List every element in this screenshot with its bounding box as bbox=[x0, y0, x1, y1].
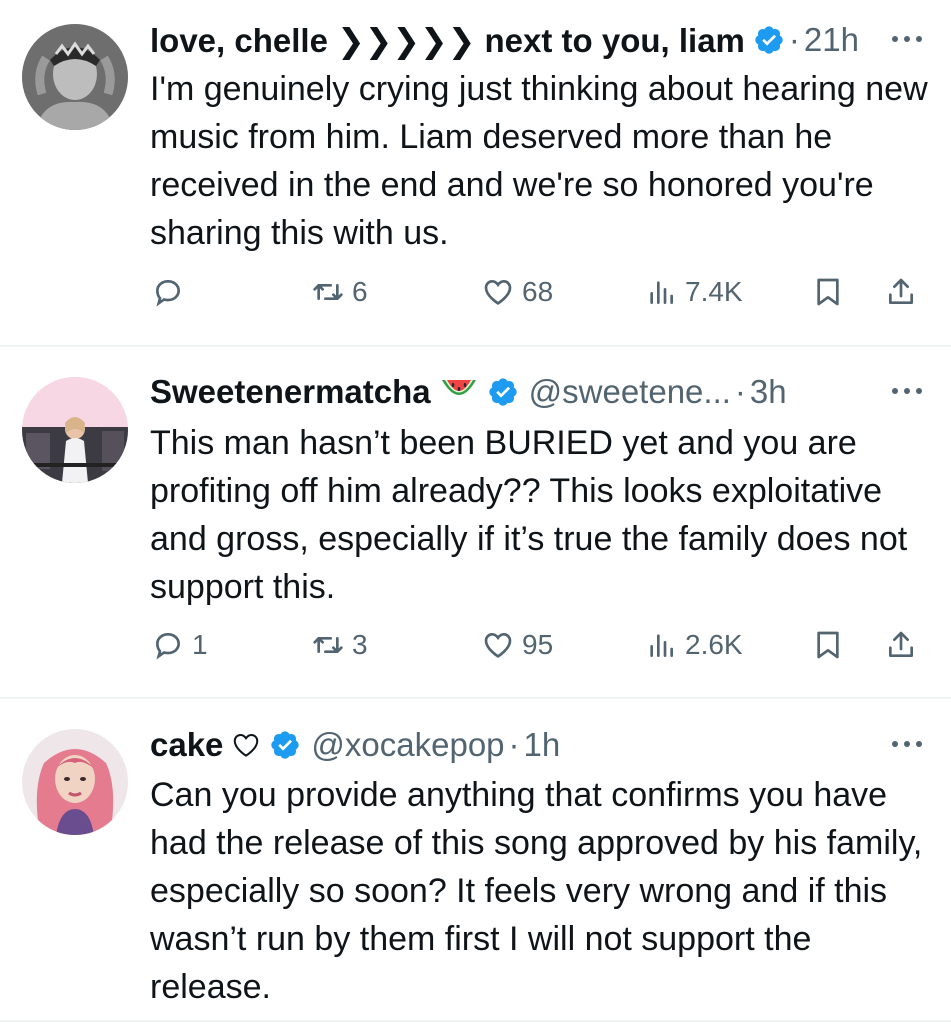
share-button[interactable] bbox=[885, 270, 917, 314]
separator-dot: · bbox=[508, 726, 520, 763]
verified-badge-icon bbox=[755, 26, 783, 54]
like-count: 68 bbox=[522, 276, 554, 307]
share-icon bbox=[889, 278, 913, 304]
avatar[interactable] bbox=[22, 729, 128, 835]
more-options-icon[interactable] bbox=[887, 376, 927, 406]
separator-dot: · bbox=[788, 21, 800, 58]
reply-tweet[interactable]: cake @xocakepop · 1h Can you provide any… bbox=[0, 699, 951, 1024]
bookmark-button[interactable] bbox=[812, 623, 844, 667]
avatar-photo-icon bbox=[22, 729, 128, 835]
heart-icon bbox=[484, 279, 512, 305]
reply-button[interactable]: 1 bbox=[152, 623, 208, 667]
repost-icon bbox=[313, 284, 343, 300]
heart-icon bbox=[484, 632, 512, 658]
tweet-text: I'm genuinely crying just thinking about… bbox=[150, 70, 928, 252]
bookmark-button[interactable] bbox=[812, 270, 844, 314]
reply-tweet[interactable]: Sweetenermatcha @sweetene... · 3h This m… bbox=[0, 347, 951, 697]
reply-feed: love, chelle ❯❯❯❯❯ next to you, liam · 2… bbox=[0, 0, 951, 1024]
verified-badge-icon bbox=[488, 378, 517, 406]
repost-icon bbox=[313, 637, 343, 653]
more-options-icon[interactable] bbox=[887, 24, 927, 54]
avatar-photo-icon bbox=[22, 24, 128, 130]
bookmark-icon bbox=[817, 631, 839, 659]
tweet-text: Can you provide anything that confirms y… bbox=[150, 776, 923, 1006]
view-count: 2.6K bbox=[685, 629, 743, 660]
like-count: 95 bbox=[522, 629, 554, 660]
analytics-icon bbox=[650, 634, 673, 657]
timestamp[interactable]: 1h bbox=[524, 726, 561, 764]
watermelon-icon bbox=[441, 380, 476, 395]
share-icon bbox=[889, 631, 913, 657]
like-button[interactable]: 68 bbox=[482, 270, 553, 314]
repost-count: 3 bbox=[352, 629, 368, 660]
view-count: 7.4K bbox=[685, 276, 743, 307]
more-options-icon[interactable] bbox=[887, 729, 927, 759]
bookmark-icon bbox=[817, 278, 839, 306]
timestamp[interactable]: 21h bbox=[804, 21, 859, 59]
avatar[interactable] bbox=[22, 24, 128, 130]
reply-icon bbox=[155, 279, 181, 307]
heart-outline-icon bbox=[234, 733, 259, 757]
divider bbox=[0, 1020, 951, 1022]
repost-button[interactable]: 3 bbox=[312, 623, 368, 667]
tweet-header: Sweetenermatcha @sweetene... · 3h bbox=[150, 370, 927, 414]
avatar-photo-icon bbox=[22, 377, 128, 483]
action-bar: 1 3 95 2.6K bbox=[150, 623, 925, 667]
tweet-header: love, chelle ❯❯❯❯❯ next to you, liam · 2… bbox=[150, 18, 927, 62]
reply-tweet[interactable]: love, chelle ❯❯❯❯❯ next to you, liam · 2… bbox=[0, 0, 951, 345]
tweet-header: cake @xocakepop · 1h bbox=[150, 723, 927, 767]
reply-button[interactable] bbox=[152, 270, 192, 314]
views-button[interactable]: 2.6K bbox=[645, 623, 743, 667]
tweet-text: This man hasn’t been BURIED yet and you … bbox=[150, 424, 908, 606]
like-button[interactable]: 95 bbox=[482, 623, 553, 667]
display-name[interactable]: love, chelle ❯❯❯❯❯ next to you, liam bbox=[150, 21, 745, 60]
verified-badge-icon bbox=[271, 731, 300, 759]
reply-icon bbox=[155, 632, 181, 660]
handle[interactable]: @xocakepop bbox=[311, 726, 504, 764]
display-name[interactable]: cake bbox=[150, 726, 223, 764]
analytics-icon bbox=[650, 281, 673, 304]
avatar[interactable] bbox=[22, 377, 128, 483]
action-bar: 6 68 7.4K bbox=[150, 270, 925, 314]
separator-dot: · bbox=[734, 373, 746, 410]
share-button[interactable] bbox=[885, 623, 917, 667]
timestamp[interactable]: 3h bbox=[750, 373, 787, 411]
repost-count: 6 bbox=[352, 276, 368, 307]
views-button[interactable]: 7.4K bbox=[645, 270, 743, 314]
handle[interactable]: @sweetene... bbox=[529, 373, 731, 411]
repost-button[interactable]: 6 bbox=[312, 270, 368, 314]
display-name[interactable]: Sweetenermatcha bbox=[150, 373, 431, 411]
reply-count: 1 bbox=[192, 629, 208, 660]
